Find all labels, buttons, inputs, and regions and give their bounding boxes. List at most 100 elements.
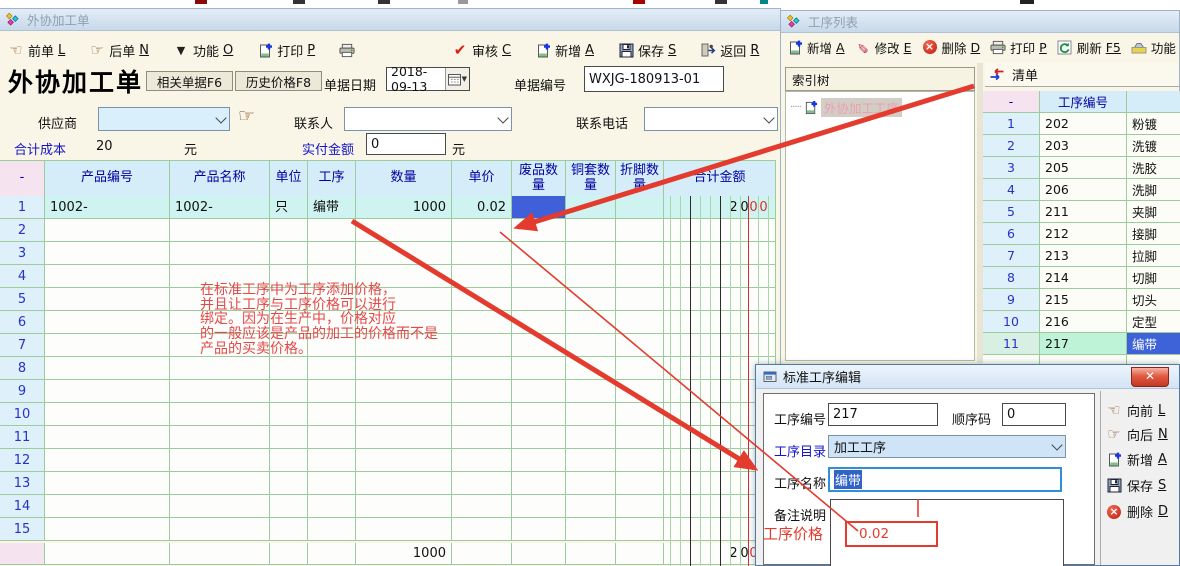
grid-cell[interactable] (45, 449, 170, 472)
grid-cell[interactable] (45, 357, 170, 380)
grid-cell[interactable] (566, 288, 616, 311)
grid-cell[interactable]: 2 (983, 135, 1040, 157)
column-header[interactable] (1127, 91, 1180, 113)
grid-cell[interactable]: 2 (0, 219, 45, 242)
column-header[interactable]: - (0, 161, 45, 197)
process-name-field[interactable]: 编带 (828, 467, 1062, 492)
process-row[interactable]: 1202粉镀 (983, 113, 1180, 135)
grid-cell[interactable] (452, 403, 512, 426)
print-list-button[interactable]: 打印P (990, 38, 1047, 57)
grid-cell[interactable]: 216 (1040, 311, 1127, 333)
grid-cell[interactable]: 4 (0, 265, 45, 288)
grid-cell[interactable] (45, 380, 170, 403)
grid-cell[interactable] (512, 449, 566, 472)
grid-cell[interactable]: 8 (983, 267, 1040, 289)
grid-cell[interactable] (270, 472, 308, 495)
grid-cell[interactable]: 夹脚 (1127, 201, 1180, 223)
grid-cell[interactable]: 202 (1040, 113, 1127, 135)
grid-cell[interactable] (616, 357, 664, 380)
grid-cell[interactable]: 10 (983, 311, 1040, 333)
dialog-prev-button[interactable]: ☜ 向前L (1106, 401, 1165, 420)
grid-cell[interactable] (308, 449, 356, 472)
grid-cell[interactable] (664, 265, 776, 288)
add-process-button[interactable]: 新增A (787, 38, 845, 57)
grid-cell[interactable] (512, 242, 566, 265)
grid-cell[interactable] (170, 403, 270, 426)
grid-cell[interactable] (566, 357, 616, 380)
grid-cell[interactable]: 8 (0, 357, 45, 380)
grid-cell[interactable] (45, 472, 170, 495)
grid-cell[interactable] (512, 311, 566, 334)
grid-cell[interactable] (616, 219, 664, 242)
process-row[interactable]: 3205洗胶 (983, 157, 1180, 179)
grid-cell[interactable] (308, 219, 356, 242)
column-header[interactable]: 废品数量 (512, 161, 566, 197)
grid-cell[interactable] (512, 219, 566, 242)
column-header[interactable]: 铜套数量 (566, 161, 616, 197)
function-menu-button[interactable]: 功能O (1131, 38, 1180, 57)
audit-button[interactable]: ✔ 审核C (452, 41, 511, 60)
grid-cell[interactable]: 11 (983, 333, 1040, 355)
main-window-titlebar[interactable]: 外协加工单 (0, 9, 780, 31)
grid-cell[interactable] (616, 518, 664, 541)
grid-cell[interactable] (45, 334, 170, 357)
grid-cell[interactable] (616, 426, 664, 449)
grid-cell[interactable] (170, 518, 270, 541)
grid-cell[interactable] (512, 403, 566, 426)
grid-cell[interactable] (616, 449, 664, 472)
column-header[interactable]: - (983, 91, 1040, 113)
grid-cell[interactable] (566, 311, 616, 334)
grid-cell[interactable] (270, 495, 308, 518)
contact-combo[interactable] (344, 107, 512, 131)
process-window-titlebar[interactable]: 工序列表 (781, 11, 1179, 33)
grid-cell[interactable]: 7 (0, 334, 45, 357)
grid-cell[interactable] (308, 472, 356, 495)
grid-cell[interactable] (664, 311, 776, 334)
grid-cell[interactable] (452, 265, 512, 288)
date-field[interactable]: 2018-09-13 ▼ (386, 67, 470, 91)
column-header[interactable]: 产品编号 (45, 161, 170, 197)
grid-cell[interactable]: 接脚 (1127, 223, 1180, 245)
grid-cell[interactable] (452, 311, 512, 334)
grid-cell[interactable] (512, 426, 566, 449)
grid-cell[interactable] (308, 242, 356, 265)
grid-cell[interactable] (356, 219, 452, 242)
grid-cell[interactable] (512, 357, 566, 380)
grid-cell[interactable] (664, 242, 776, 265)
grid-cell[interactable] (664, 288, 776, 311)
grid-cell[interactable] (452, 288, 512, 311)
grid-cell[interactable] (308, 518, 356, 541)
grid-cell[interactable] (45, 242, 170, 265)
column-header[interactable]: 合计金额 (664, 161, 776, 197)
dialog-titlebar[interactable]: 标准工序编辑 (756, 365, 1179, 389)
grid-cell[interactable] (170, 426, 270, 449)
grid-cell[interactable] (452, 518, 512, 541)
grid-cell[interactable] (270, 219, 308, 242)
supplier-combo[interactable] (98, 107, 230, 131)
dialog-add-button[interactable]: 新增A (1106, 450, 1167, 469)
grid-cell[interactable] (512, 196, 566, 219)
grid-cell[interactable] (616, 495, 664, 518)
grid-cell[interactable]: 212 (1040, 223, 1127, 245)
column-header[interactable]: 工序 (308, 161, 356, 197)
grid-cell[interactable]: 6 (983, 223, 1040, 245)
grid-cell[interactable] (452, 242, 512, 265)
grid-cell[interactable] (512, 518, 566, 541)
grid-cell[interactable]: 203 (1040, 135, 1127, 157)
grid-cell[interactable]: 洗镀 (1127, 135, 1180, 157)
grid-cell[interactable]: 2000 (664, 196, 776, 219)
grid-cell[interactable]: 11 (0, 426, 45, 449)
edit-process-button[interactable]: ✎ 修改E (855, 38, 912, 57)
pointing-hand-icon[interactable]: ☞ (238, 107, 255, 126)
grid-cell[interactable] (566, 449, 616, 472)
grid-cell[interactable]: 拉脚 (1127, 245, 1180, 267)
grid-cell[interactable] (566, 472, 616, 495)
grid-cell[interactable] (270, 426, 308, 449)
close-button[interactable]: ✕ (1131, 367, 1169, 387)
process-row[interactable]: 2203洗镀 (983, 135, 1180, 157)
grid-cell[interactable]: 0.02 (452, 196, 512, 219)
grid-cell[interactable] (566, 426, 616, 449)
grid-cell[interactable] (308, 495, 356, 518)
grid-cell[interactable] (45, 288, 170, 311)
date-picker-button[interactable]: ▼ (445, 68, 469, 90)
